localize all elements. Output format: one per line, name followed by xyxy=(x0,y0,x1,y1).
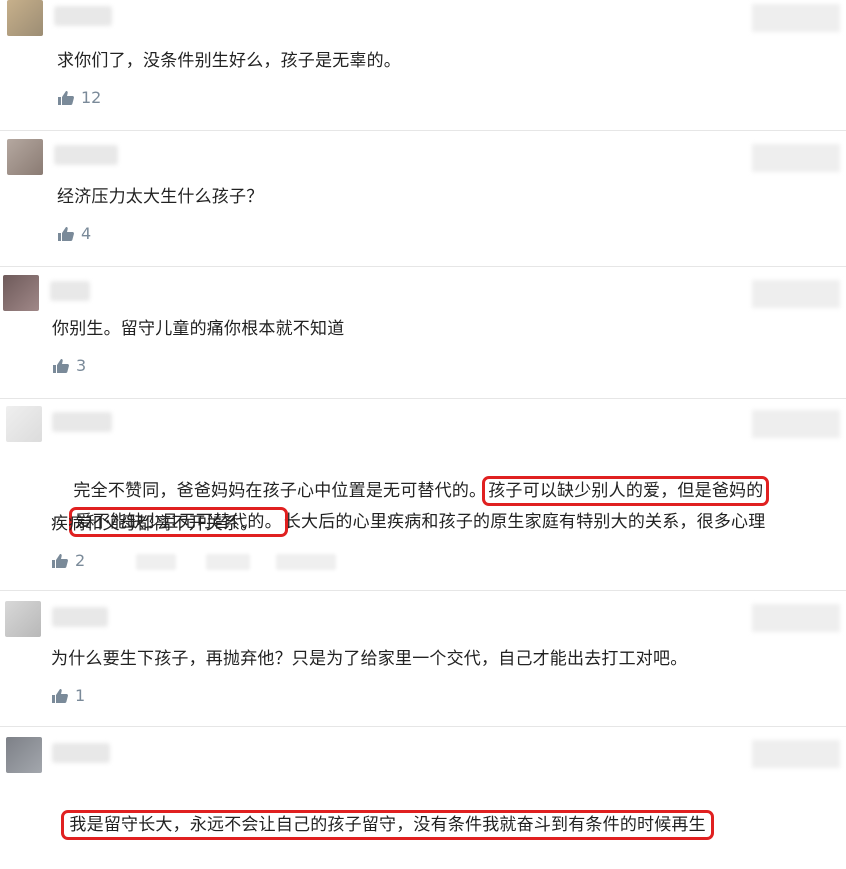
share-action[interactable] xyxy=(206,554,250,570)
like-button[interactable]: 12 xyxy=(57,88,101,107)
divider xyxy=(0,590,846,591)
avatar[interactable] xyxy=(6,737,42,773)
username[interactable] xyxy=(54,6,112,26)
avatar[interactable] xyxy=(6,406,42,442)
divider xyxy=(0,266,846,267)
like-count: 3 xyxy=(76,356,87,375)
comment-text-part: 长大后的心里疾病和孩子的原生家庭有特别大的关系，很多心理 xyxy=(283,512,766,532)
like-count: 12 xyxy=(81,88,102,107)
avatar[interactable] xyxy=(7,0,43,36)
timestamp xyxy=(752,740,840,768)
reply-action[interactable] xyxy=(136,554,176,570)
comment-text: 疾病和父母都离不开关系。 xyxy=(51,514,258,534)
like-button[interactable]: 3 xyxy=(52,356,86,375)
thumbs-up-icon xyxy=(58,90,74,105)
username[interactable] xyxy=(52,412,112,432)
timestamp xyxy=(752,604,840,632)
username[interactable] xyxy=(54,145,118,165)
username[interactable] xyxy=(52,743,110,763)
like-button[interactable]: 2 xyxy=(51,551,85,570)
timestamp xyxy=(752,410,840,438)
username[interactable] xyxy=(50,281,90,301)
timestamp xyxy=(752,280,840,308)
divider xyxy=(0,130,846,131)
comment-text: 你别生。留守儿童的痛你根本就不知道 xyxy=(52,319,345,339)
comment-text: 我是留守长大，永远不会让自己的孩子留守，没有条件我就奋斗到有条件的时候再生 xyxy=(43,782,714,869)
timestamp xyxy=(752,144,840,172)
report-action[interactable] xyxy=(276,554,336,570)
like-count: 2 xyxy=(75,551,86,570)
comment-text: 经济压力太大生什么孩子？ xyxy=(57,187,264,207)
timestamp xyxy=(752,4,840,32)
avatar[interactable] xyxy=(3,275,39,311)
like-count: 4 xyxy=(81,224,92,243)
divider xyxy=(0,726,846,727)
highlighted-text: 我是留守长大，永远不会让自己的孩子留守，没有条件我就奋斗到有条件的时候再生 xyxy=(61,810,714,840)
thumbs-up-icon xyxy=(58,226,74,241)
thumbs-up-icon xyxy=(52,553,68,568)
comment-text: 求你们了，没条件别生好么，孩子是无辜的。 xyxy=(57,51,401,71)
thumbs-up-icon xyxy=(52,688,68,703)
comment-text: 为什么要生下孩子，再抛弃他？只是为了给家里一个交代，自己才能出去打工对吧。 xyxy=(51,649,688,669)
divider xyxy=(0,398,846,399)
avatar[interactable] xyxy=(7,139,43,175)
like-count: 1 xyxy=(75,686,86,705)
thumbs-up-icon xyxy=(53,358,69,373)
avatar[interactable] xyxy=(5,601,41,637)
like-button[interactable]: 4 xyxy=(57,224,91,243)
username[interactable] xyxy=(52,607,108,627)
like-button[interactable]: 1 xyxy=(51,686,85,705)
